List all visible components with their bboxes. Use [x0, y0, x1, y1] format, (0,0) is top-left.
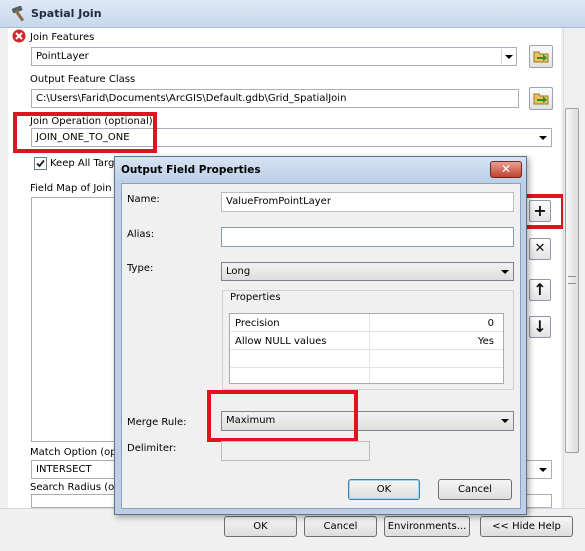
property-value: 0 — [487, 318, 494, 329]
dialog-cancel-button[interactable]: Cancel — [438, 479, 512, 500]
property-row[interactable]: Precision 0 — [230, 314, 503, 332]
cancel-button[interactable]: Cancel — [304, 516, 377, 537]
chevron-down-icon[interactable] — [498, 413, 512, 428]
highlight-merge-rule — [207, 390, 358, 442]
alias-field[interactable] — [221, 227, 514, 247]
search-radius-label: Search Radius (op — [30, 482, 121, 493]
folder-icon — [533, 51, 549, 63]
keep-all-label: Keep All Targ — [50, 158, 115, 169]
keep-all-checkbox[interactable] — [34, 157, 47, 170]
type-combo[interactable]: Long — [221, 262, 514, 281]
scrollbar-grip-icon — [568, 276, 576, 284]
alias-label: Alias: — [127, 229, 155, 240]
hide-help-button[interactable]: << Hide Help — [480, 516, 573, 537]
chevron-down-icon[interactable] — [536, 130, 550, 145]
properties-grid[interactable]: Precision 0 Allow NULL values Yes — [229, 313, 504, 384]
environments-button[interactable]: Environments... — [384, 516, 470, 537]
type-label: Type: — [127, 263, 154, 274]
highlight-join-operation — [13, 112, 157, 153]
merge-rule-label: Merge Rule: — [127, 417, 187, 428]
remove-field-button[interactable]: ✕ — [529, 238, 551, 260]
delimiter-field[interactable] — [221, 441, 370, 461]
match-option-label: Match Option (op — [30, 447, 117, 458]
browse-output-button[interactable] — [529, 87, 553, 110]
chevron-down-icon[interactable] — [536, 462, 550, 477]
error-icon — [12, 29, 26, 43]
hammer-icon — [11, 6, 25, 22]
chevron-down-icon[interactable] — [501, 49, 515, 64]
grid-column-divider — [369, 314, 370, 383]
delimiter-label: Delimiter: — [127, 443, 177, 454]
ok-button[interactable]: OK — [224, 516, 297, 537]
dialog-title: Output Field Properties — [121, 164, 261, 176]
properties-label: Properties — [230, 292, 281, 303]
output-class-field[interactable]: C:\Users\Farid\Documents\ArcGIS\Default.… — [31, 89, 519, 108]
property-row-empty — [230, 350, 503, 368]
move-down-button[interactable]: ↓ — [529, 316, 551, 338]
match-option-value: INTERSECT — [36, 464, 92, 475]
join-features-combo[interactable]: PointLayer — [31, 47, 517, 66]
close-icon[interactable]: ✕ — [490, 161, 522, 178]
checkmark-icon — [36, 159, 45, 168]
name-label: Name: — [127, 194, 160, 205]
join-features-value: PointLayer — [36, 51, 89, 62]
left-edge — [0, 28, 8, 508]
type-value: Long — [226, 266, 251, 277]
field-map-label: Field Map of Join — [30, 183, 112, 194]
browse-join-features-button[interactable] — [529, 45, 553, 68]
property-key: Allow NULL values — [235, 336, 327, 347]
move-up-button[interactable]: ↑ — [529, 279, 551, 301]
property-row[interactable]: Allow NULL values Yes — [230, 332, 503, 350]
add-field-button[interactable]: + — [529, 200, 551, 222]
field-map-list[interactable] — [31, 197, 115, 442]
join-features-label: Join Features — [30, 32, 95, 43]
chevron-down-icon[interactable] — [498, 264, 512, 279]
name-field[interactable]: ValueFromPointLayer — [221, 192, 514, 212]
property-value: Yes — [477, 336, 494, 347]
window-title: Spatial Join — [31, 7, 102, 20]
folder-icon — [533, 93, 549, 105]
output-class-label: Output Feature Class — [30, 74, 136, 85]
property-key: Precision — [235, 318, 280, 329]
dialog-ok-button[interactable]: OK — [348, 479, 420, 500]
